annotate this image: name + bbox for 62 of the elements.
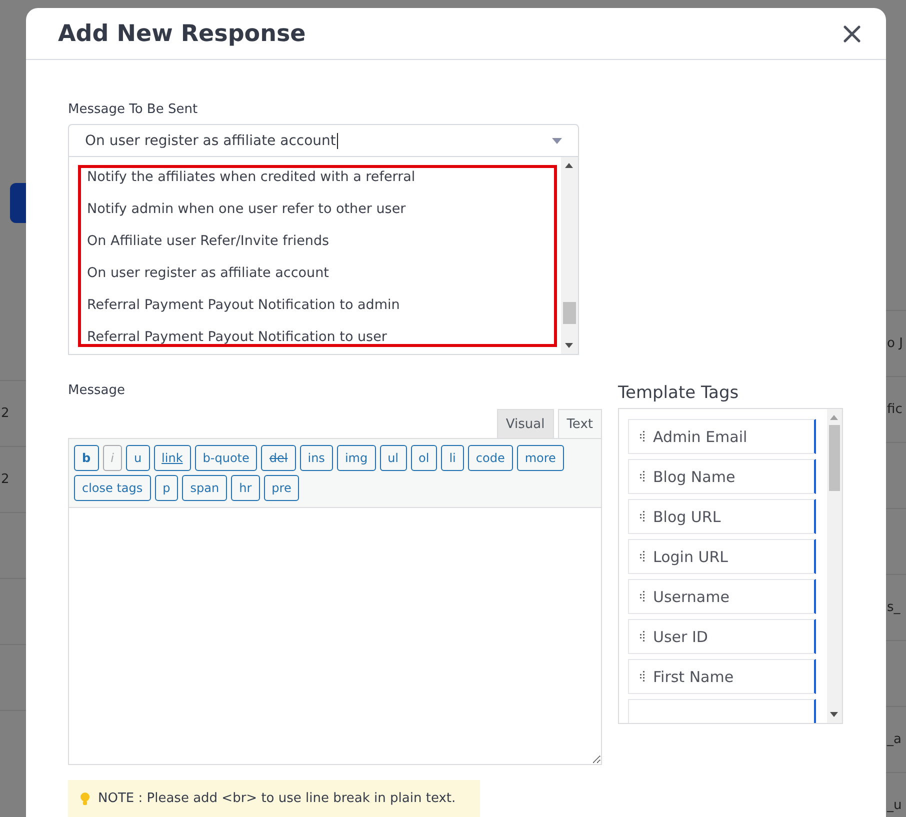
scrollbar[interactable] — [827, 409, 842, 723]
note-text: NOTE : Please add <br> to use line break in plain text. — [98, 791, 456, 806]
message-textarea[interactable] — [68, 508, 602, 765]
dropdown-option[interactable]: Referral Payment Payout Notification to user — [87, 321, 548, 344]
toolbar-button[interactable]: link — [154, 445, 191, 471]
field-label: Message — [68, 383, 126, 398]
toolbar-button[interactable]: ins — [300, 445, 333, 471]
lightbulb-icon — [80, 792, 90, 806]
dialog-title: Add New Response — [58, 20, 306, 46]
template-tag[interactable]: User ID — [628, 619, 816, 654]
drag-handle-icon — [639, 670, 645, 682]
template-tag[interactable]: Login URL — [628, 539, 816, 574]
caret-icon — [552, 138, 562, 144]
toolbar-button[interactable]: pre — [264, 475, 300, 501]
scrollbar[interactable] — [561, 157, 578, 354]
scrollbar-thumb[interactable] — [563, 302, 576, 324]
template-tag[interactable]: Username — [628, 579, 816, 614]
background-text: _a — [886, 732, 902, 747]
drag-handle-icon — [639, 510, 645, 522]
scrollbar-thumb[interactable] — [829, 425, 840, 491]
dropdown-option[interactable]: Notify the affiliates when credited with a referral — [87, 168, 548, 193]
toolbar-button[interactable]: u — [126, 445, 150, 471]
background-text: fic — [886, 402, 902, 417]
toolbar-button[interactable]: b — [74, 445, 99, 471]
scroll-up-icon[interactable] — [565, 163, 573, 168]
toolbar-button[interactable]: close tags — [74, 475, 151, 501]
background-text: 2 — [0, 406, 10, 421]
dropdown-option[interactable]: On user register as affiliate account — [87, 257, 548, 289]
background-text: 2 — [0, 472, 10, 487]
drag-handle-icon — [639, 590, 645, 602]
toolbar-button[interactable]: ol — [410, 445, 438, 471]
background-text: s_ — [886, 600, 900, 615]
dropdown-option[interactable]: On Affiliate user Refer/Invite friends — [87, 225, 548, 257]
section-title: Template Tags — [618, 383, 740, 403]
editor-tab[interactable]: Visual — [496, 409, 554, 438]
scroll-down-icon[interactable] — [565, 343, 573, 348]
toolbar-button[interactable]: code — [468, 445, 513, 471]
toolbar-button[interactable]: img — [336, 445, 376, 471]
toolbar-button[interactable]: span — [182, 475, 228, 501]
drag-handle-icon — [639, 430, 645, 442]
dropdown-option[interactable]: Notify admin when one user refer to other user — [87, 193, 548, 225]
toolbar-button[interactable]: del — [261, 445, 296, 471]
drag-handle-icon — [639, 630, 645, 642]
toolbar-button[interactable]: b-quote — [194, 445, 258, 471]
toolbar-button[interactable]: p — [154, 475, 178, 501]
toolbar-button[interactable]: more — [516, 445, 564, 471]
scroll-down-icon[interactable] — [830, 712, 838, 717]
drag-handle-icon — [639, 550, 645, 562]
background-text: o J — [886, 336, 903, 351]
template-tag[interactable]: Blog URL — [628, 499, 816, 534]
template-tag[interactable]: Admin Email — [628, 419, 816, 454]
message-select[interactable]: On user register as affiliate account — [68, 124, 579, 157]
toolbar-button[interactable]: li — [441, 445, 464, 471]
field-label: Message To Be Sent — [68, 102, 199, 117]
toolbar-button[interactable]: ul — [380, 445, 407, 471]
toolbar-button[interactable]: hr — [231, 475, 260, 501]
template-tag[interactable]: Blog Name — [628, 459, 816, 494]
template-tag[interactable]: First Name — [628, 659, 816, 694]
background-text: _u — [886, 798, 902, 813]
dropdown-option[interactable]: Referral Payment Payout Notification to admin — [87, 289, 548, 321]
drag-handle-icon — [639, 470, 645, 482]
editor-tab[interactable]: Text — [558, 409, 602, 438]
